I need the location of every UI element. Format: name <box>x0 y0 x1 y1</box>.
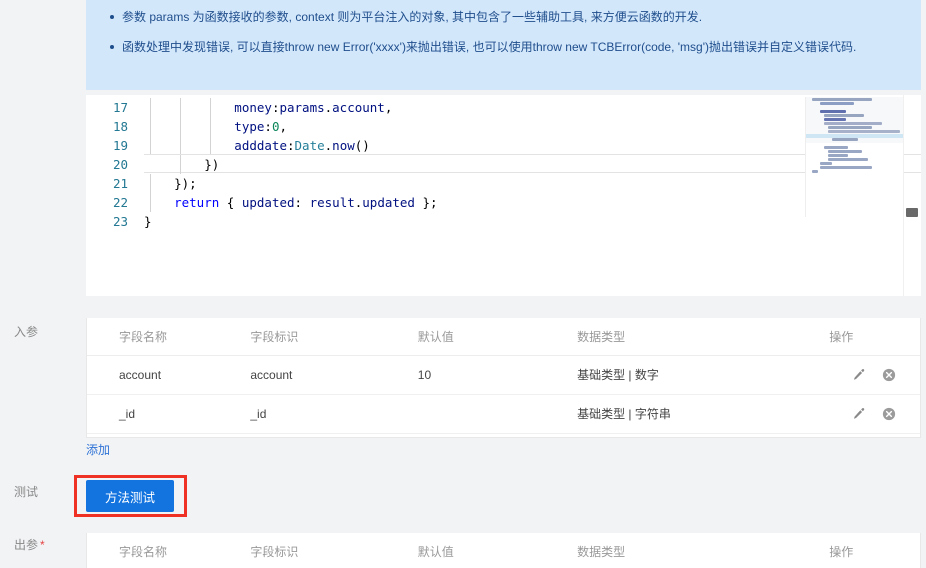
notice-bullet-2-text: 函数处理中发现错误, 可以直接throw new Error('xxxx')来抛… <box>122 40 857 54</box>
line-number: 22 <box>112 195 128 210</box>
editor-minimap[interactable] <box>805 97 903 217</box>
col-header-field-name: 字段名称 <box>87 318 251 356</box>
cell-field-key: account <box>250 355 418 395</box>
code-editor-content[interactable]: }, '... 17 money:params.account, 18 type… <box>86 95 921 231</box>
cell-default-value <box>417 394 578 434</box>
section-label-output: 出参 * <box>14 536 45 553</box>
line-number: 21 <box>112 176 128 191</box>
minimap-row <box>820 166 872 169</box>
section-label-test-text: 测试 <box>14 485 39 499</box>
page-root: 参数 params 为函数接收的参数, context 则为平台注入的对象, 其… <box>0 0 926 568</box>
cell-default-value: 10 <box>417 355 578 395</box>
code-line[interactable]: 23 } <box>86 212 921 231</box>
code-line[interactable]: 18 type:0, <box>86 117 921 136</box>
minimap-row <box>824 146 848 149</box>
notice-bullet-1-text: 参数 params 为函数接收的参数, context 则为平台注入的对象, 其… <box>122 10 703 24</box>
line-number <box>86 95 144 98</box>
edit-pencil-icon[interactable] <box>852 368 866 382</box>
cell-data-type: 基础类型 | 数字 <box>577 355 830 395</box>
add-input-param-link[interactable]: 添加 <box>86 441 110 458</box>
minimap-selection <box>806 134 903 138</box>
input-params-table-panel: 字段名称 字段标识 默认值 数据类型 操作 account account 10… <box>86 318 921 438</box>
method-test-button[interactable]: 方法测试 <box>86 480 174 512</box>
table-header-row: 字段名称 字段标识 默认值 数据类型 操作 <box>87 533 920 568</box>
input-table-head: 字段名称 字段标识 默认值 数据类型 操作 <box>87 318 920 356</box>
col-header-default-value: 默认值 <box>417 318 578 356</box>
line-number: 20 <box>112 157 128 172</box>
table-header-row: 字段名称 字段标识 默认值 数据类型 操作 <box>87 318 920 356</box>
delete-circle-x-icon[interactable] <box>882 407 896 421</box>
editor-scrollbar-thumb[interactable] <box>906 208 918 217</box>
code-line-active[interactable]: 20 }) <box>86 154 921 174</box>
minimap-row <box>812 170 818 173</box>
minimap-row <box>828 158 868 161</box>
notice-bullet-1: 参数 params 为函数接收的参数, context 则为平台注入的对象, 其… <box>108 8 903 27</box>
line-number: 17 <box>112 100 128 115</box>
table-row: _id _id 基础类型 | 字符串 <box>87 394 920 434</box>
row-actions <box>829 368 896 382</box>
section-label-input-text: 入参 <box>14 325 39 339</box>
table-row: account account 10 基础类型 | 数字 <box>87 355 920 395</box>
editor-vertical-scrollbar[interactable] <box>905 95 919 296</box>
col-header-data-type: 数据类型 <box>577 533 830 568</box>
delete-circle-x-icon[interactable] <box>882 368 896 382</box>
col-header-operation: 操作 <box>829 318 920 356</box>
code-line[interactable]: 17 money:params.account, <box>86 98 921 117</box>
line-number: 19 <box>112 138 128 153</box>
col-header-field-name: 字段名称 <box>87 533 251 568</box>
input-table-body: account account 10 基础类型 | 数字 _id _id 基础类… <box>87 355 920 434</box>
input-params-table: 字段名称 字段标识 默认值 数据类型 操作 account account 10… <box>87 318 920 434</box>
code-line[interactable]: 22 return { updated: result.updated }; <box>86 193 921 212</box>
info-notice-banner: 参数 params 为函数接收的参数, context 则为平台注入的对象, 其… <box>86 0 921 90</box>
cell-field-key: _id <box>250 394 418 434</box>
cell-data-type: 基础类型 | 字符串 <box>577 394 830 434</box>
col-header-operation: 操作 <box>829 533 920 568</box>
row-actions <box>829 407 896 421</box>
section-label-input: 入参 <box>14 323 38 340</box>
col-header-field-key: 字段标识 <box>250 533 418 568</box>
edit-pencil-icon[interactable] <box>852 407 866 421</box>
minimap-divider <box>903 95 904 296</box>
output-params-table: 字段名称 字段标识 默认值 数据类型 操作 <box>87 533 920 568</box>
line-number: 18 <box>112 119 128 134</box>
output-table-head: 字段名称 字段标识 默认值 数据类型 操作 <box>87 533 920 568</box>
minimap-row <box>828 154 848 157</box>
col-header-default-value: 默认值 <box>417 533 578 568</box>
section-label-output-text: 出参 <box>14 538 39 552</box>
minimap-row <box>828 150 862 153</box>
notice-list: 参数 params 为函数接收的参数, context 则为平台注入的对象, 其… <box>108 8 903 57</box>
cell-field-name: _id <box>87 394 251 434</box>
notice-bullet-2: 函数处理中发现错误, 可以直接throw new Error('xxxx')来抛… <box>108 38 903 57</box>
cell-actions <box>829 394 920 434</box>
col-header-field-key: 字段标识 <box>250 318 418 356</box>
code-line[interactable]: 21 }); <box>86 174 921 193</box>
output-params-table-panel: 字段名称 字段标识 默认值 数据类型 操作 <box>86 533 921 568</box>
code-line[interactable]: 19 adddate:Date.now() <box>86 136 921 155</box>
cell-actions <box>829 355 920 395</box>
section-label-test: 测试 <box>14 483 38 500</box>
line-number: 23 <box>112 214 128 229</box>
required-asterisk: * <box>40 538 45 552</box>
col-header-data-type: 数据类型 <box>577 318 830 356</box>
minimap-row <box>820 162 832 165</box>
cell-field-name: account <box>87 355 251 395</box>
code-editor[interactable]: }, '... 17 money:params.account, 18 type… <box>86 95 921 296</box>
